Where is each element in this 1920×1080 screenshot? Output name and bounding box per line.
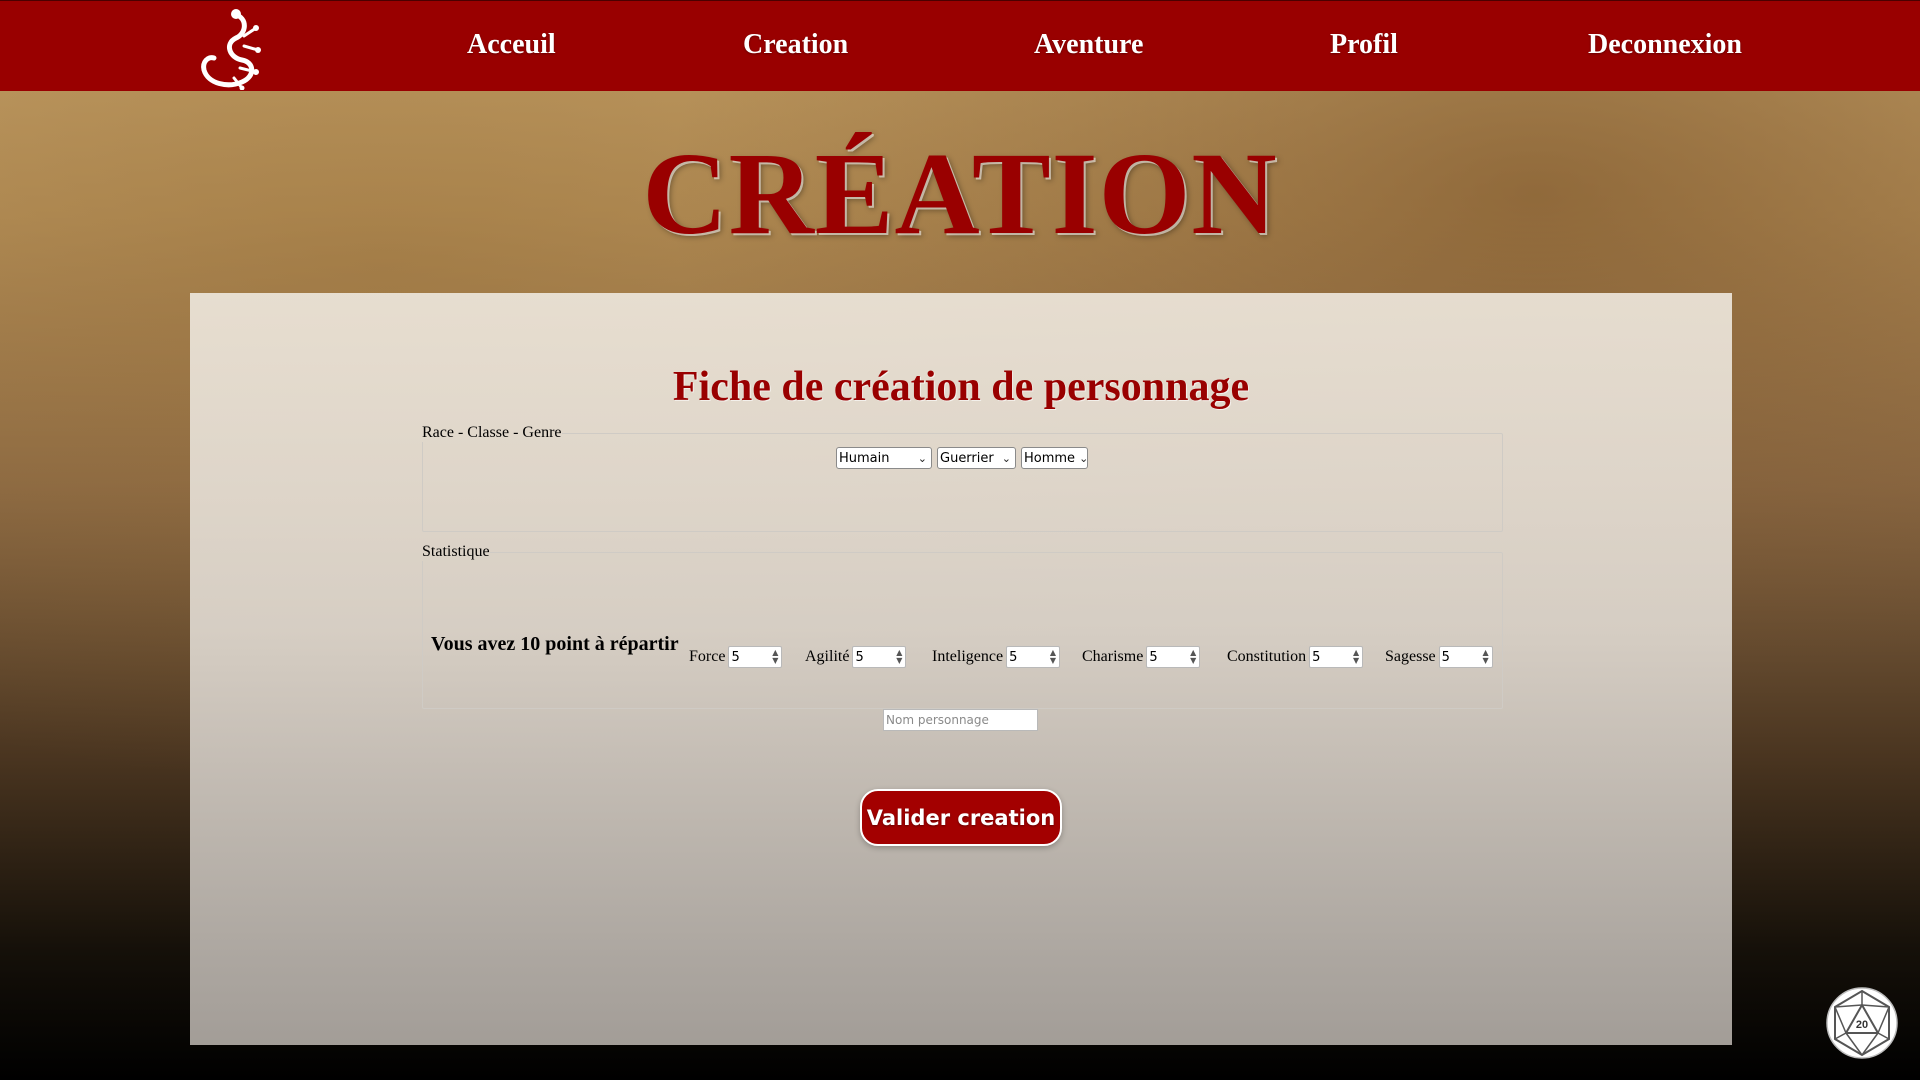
stat-value: 5: [1312, 649, 1321, 665]
stat-value: 5: [855, 649, 864, 665]
stat-label: Constitution: [1227, 648, 1307, 665]
spinner-icon[interactable]: ▲ ▼: [1353, 649, 1359, 665]
nav-profil[interactable]: Profil: [1330, 29, 1398, 61]
gender-select[interactable]: Homme ⌄: [1021, 447, 1088, 469]
gecko-logo-icon[interactable]: [194, 6, 270, 90]
stat-value: 5: [1441, 649, 1450, 665]
spinner-icon[interactable]: ▲ ▼: [1483, 649, 1489, 665]
stat-label: Inteligence: [932, 648, 1004, 665]
race-class-gender-fieldset: Race - Classe - Genre Humain ⌄ Guerrier …: [422, 424, 1503, 532]
stat-sagesse: Sagesse 5 ▲ ▼: [1385, 646, 1493, 668]
constitution-input[interactable]: 5 ▲ ▼: [1309, 646, 1364, 668]
creation-panel: Fiche de création de personnage Race - C…: [190, 293, 1732, 1045]
stat-inteligence: Inteligence 5 ▲ ▼: [932, 646, 1061, 668]
stat-label: Agilité: [805, 648, 850, 665]
sagesse-input[interactable]: 5 ▲ ▼: [1438, 646, 1493, 668]
stat-charisme: Charisme 5 ▲ ▼: [1082, 646, 1201, 668]
stat-label: Force: [689, 648, 726, 665]
force-input[interactable]: 5 ▲ ▼: [728, 646, 783, 668]
race-class-gender-legend: Race - Classe - Genre: [422, 424, 562, 441]
spinner-icon[interactable]: ▲ ▼: [1050, 649, 1056, 665]
nav-creation[interactable]: Creation: [743, 29, 848, 61]
spinner-icon[interactable]: ▲ ▼: [1190, 649, 1196, 665]
stat-label: Sagesse: [1385, 648, 1436, 665]
form-title: Fiche de création de personnage: [672, 364, 1250, 410]
race-select-value: Humain: [839, 450, 890, 466]
stat-constitution: Constitution 5 ▲ ▼: [1227, 646, 1364, 668]
chevron-down-icon: ⌄: [917, 451, 927, 465]
gender-select-value: Homme: [1024, 450, 1076, 466]
points-remaining-text: Vous avez 10 point à répartir: [431, 633, 679, 655]
nav-acceuil[interactable]: Acceuil: [467, 29, 556, 61]
page-title: CRÉATION: [642, 128, 1278, 259]
nav-aventure[interactable]: Aventure: [1034, 29, 1143, 61]
spinner-icon[interactable]: ▲ ▼: [896, 649, 902, 665]
stat-force: Force 5 ▲ ▼: [689, 646, 783, 668]
chevron-down-icon: ⌄: [1079, 451, 1089, 465]
validate-creation-button[interactable]: Valider creation: [860, 789, 1062, 846]
stat-label: Charisme: [1082, 648, 1144, 665]
stat-value: 5: [731, 649, 740, 665]
d20-dice-icon[interactable]: 20: [1826, 981, 1898, 1065]
race-select[interactable]: Humain ⌄: [836, 447, 932, 469]
inteligence-input[interactable]: 5 ▲ ▼: [1006, 646, 1061, 668]
spinner-icon[interactable]: ▲ ▼: [772, 649, 778, 665]
agilite-input[interactable]: 5 ▲ ▼: [852, 646, 907, 668]
nav-deconnexion[interactable]: Deconnexion: [1588, 29, 1742, 61]
character-name-input[interactable]: Nom personnage: [883, 709, 1038, 731]
stat-value: 5: [1149, 649, 1158, 665]
chevron-down-icon: ⌄: [1001, 451, 1011, 465]
class-select[interactable]: Guerrier ⌄: [937, 447, 1016, 469]
class-select-value: Guerrier: [940, 450, 994, 466]
svg-text:20: 20: [1856, 1019, 1868, 1031]
statistics-fieldset: Statistique Vous avez 10 point à réparti…: [422, 543, 1503, 709]
stat-agilite: Agilité 5 ▲ ▼: [805, 646, 907, 668]
stat-value: 5: [1009, 649, 1018, 665]
top-navbar: Acceuil Creation Aventure Profil Deconne…: [0, 0, 1920, 91]
statistics-legend: Statistique: [422, 543, 490, 560]
charisme-input[interactable]: 5 ▲ ▼: [1146, 646, 1201, 668]
